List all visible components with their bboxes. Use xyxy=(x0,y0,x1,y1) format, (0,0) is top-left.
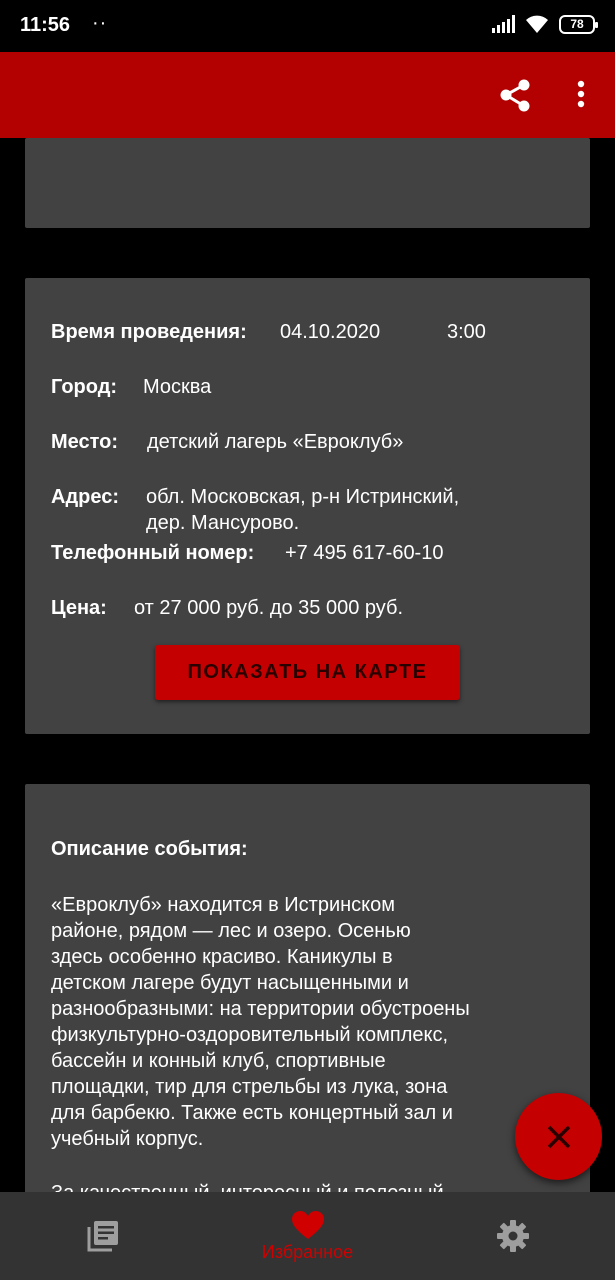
address-label: Адрес: xyxy=(51,486,119,508)
phone-value[interactable]: +7 495 617-60-10 xyxy=(285,540,443,566)
city-value: Москва xyxy=(143,376,212,398)
share-button[interactable] xyxy=(495,76,535,116)
battery-icon: 78 xyxy=(559,14,598,34)
description-title: Описание события: xyxy=(51,838,248,860)
image-card xyxy=(25,138,590,228)
show-on-map-button[interactable]: ПОКАЗАТЬ НА КАРТЕ xyxy=(155,645,460,700)
place-value: детский лагерь «Евроклуб» xyxy=(147,431,404,453)
nav-item-settings[interactable] xyxy=(410,1192,615,1280)
notification-dots: ·· xyxy=(92,12,108,34)
city-field: Город: Москва xyxy=(51,374,211,400)
event-time: 3:00 xyxy=(447,321,486,343)
city-label: Город: xyxy=(51,376,118,398)
status-bar: 11:56 ·· 78 xyxy=(0,0,615,52)
more-vert-icon xyxy=(577,80,585,108)
nav-label-favorites: Избранное xyxy=(261,1241,354,1262)
place-label: Место: xyxy=(51,431,119,453)
place-field: Место: детский лагерь «Евроклуб» xyxy=(51,429,403,455)
bottom-navigation: Избранное xyxy=(0,1192,615,1280)
app-bar xyxy=(0,52,615,138)
close-fab-button[interactable] xyxy=(515,1093,602,1180)
nav-item-favorites[interactable]: Избранное xyxy=(205,1192,410,1280)
description-card: Описание события: «Евроклуб» находится в… xyxy=(25,784,590,1192)
address-line-2: дер. Мансурово. xyxy=(146,512,300,534)
close-icon xyxy=(547,1125,570,1148)
phone-label: Телефонный номер: xyxy=(51,542,255,564)
wifi-icon xyxy=(526,15,548,33)
event-info-fields: Время проведения: 04.10.2020 3:00 Город:… xyxy=(25,278,590,734)
address-field: Адрес: обл. Московская, р-н Истринский, xyxy=(51,484,459,510)
event-date: 04.10.2020 xyxy=(280,321,381,343)
price-value: от 27 000 руб. до 35 000 руб. xyxy=(134,597,404,619)
description-text-continued: За качественный, интересный и полезный xyxy=(51,1180,561,1192)
status-time: 11:56 xyxy=(20,14,71,36)
heart-icon xyxy=(291,1210,324,1239)
phone-field[interactable]: Телефонный номер: +7 495 617-60-10 xyxy=(51,540,443,566)
time-field: Время проведения: 04.10.2020 3:00 xyxy=(51,319,486,345)
address-line-1: обл. Московская, р-н Истринский, xyxy=(146,486,460,508)
price-label: Цена: xyxy=(51,597,107,619)
more-options-button[interactable] xyxy=(569,76,593,116)
time-label: Время проведения: xyxy=(51,321,247,343)
share-icon xyxy=(500,79,530,112)
price-field: Цена: от 27 000 руб. до 35 000 руб. xyxy=(51,595,403,621)
status-icons: 78 xyxy=(492,14,598,34)
library-books-icon xyxy=(87,1221,118,1252)
gear-icon xyxy=(496,1220,529,1252)
battery-level: 78 xyxy=(570,17,584,31)
signal-icon xyxy=(492,15,515,33)
description-text: «Евроклуб» находится в Истринском районе… xyxy=(51,894,470,1150)
nav-item-library[interactable] xyxy=(0,1192,205,1280)
